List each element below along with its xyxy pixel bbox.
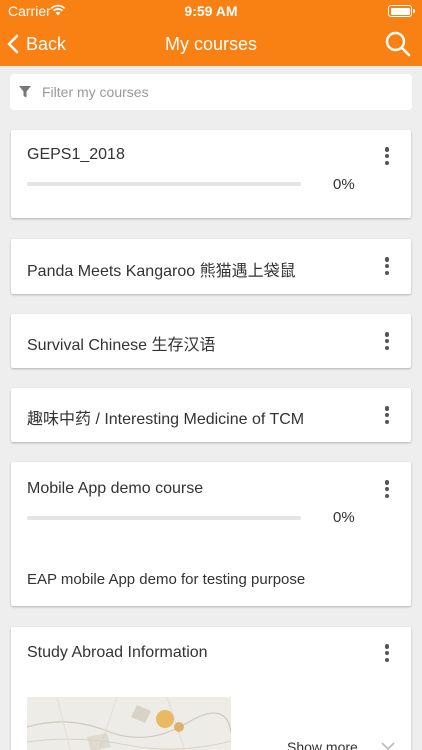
nav-bar: Back My courses [0,22,422,66]
status-bar: Carrier 9:59 AM [0,0,422,22]
progress-percent: 0% [333,176,355,193]
search-icon[interactable] [384,30,412,58]
progress-bar [27,182,301,186]
page-title: My courses [164,34,258,54]
course-summary: EAP mobile App demo for testing purpose [27,571,306,588]
show-more-link[interactable]: Show more [287,739,358,750]
clock: 9:59 AM [184,3,238,19]
course-card[interactable]: Study Abroad Information Show more [11,627,411,750]
filter-icon [19,86,31,98]
course-card[interactable]: 趣味中药 / Interesting Medicine of TCM [11,388,411,442]
course-menu-button[interactable] [375,477,399,501]
course-menu-button[interactable] [375,254,399,278]
battery-icon [388,5,415,17]
chevron-down-icon[interactable] [381,741,395,750]
course-title: 趣味中药 / Interesting Medicine of TCM [27,411,305,428]
course-menu-button[interactable] [375,641,399,665]
course-menu-button[interactable] [375,403,399,427]
course-card[interactable]: Mobile App demo course 0% EAP mobile App… [11,462,411,606]
course-menu-button[interactable] [375,329,399,353]
progress-bar [27,516,301,520]
progress-percent: 0% [333,509,355,526]
course-title: Panda Meets Kangaroo 熊猫遇上袋鼠 [27,263,296,280]
filter-bar [10,74,412,110]
course-title: Survival Chinese 生存汉语 [27,337,216,354]
course-title: Study Abroad Information [27,644,208,661]
course-title: Mobile App demo course [27,480,204,497]
filter-input[interactable] [42,84,382,100]
course-card[interactable]: Panda Meets Kangaroo 熊猫遇上袋鼠 [11,239,411,294]
course-card[interactable]: Survival Chinese 生存汉语 [11,314,411,368]
course-title: GEPS1_2018 [27,146,125,163]
course-image [27,697,231,750]
course-menu-button[interactable] [375,144,399,168]
course-card[interactable]: GEPS1_2018 0% [11,130,411,218]
